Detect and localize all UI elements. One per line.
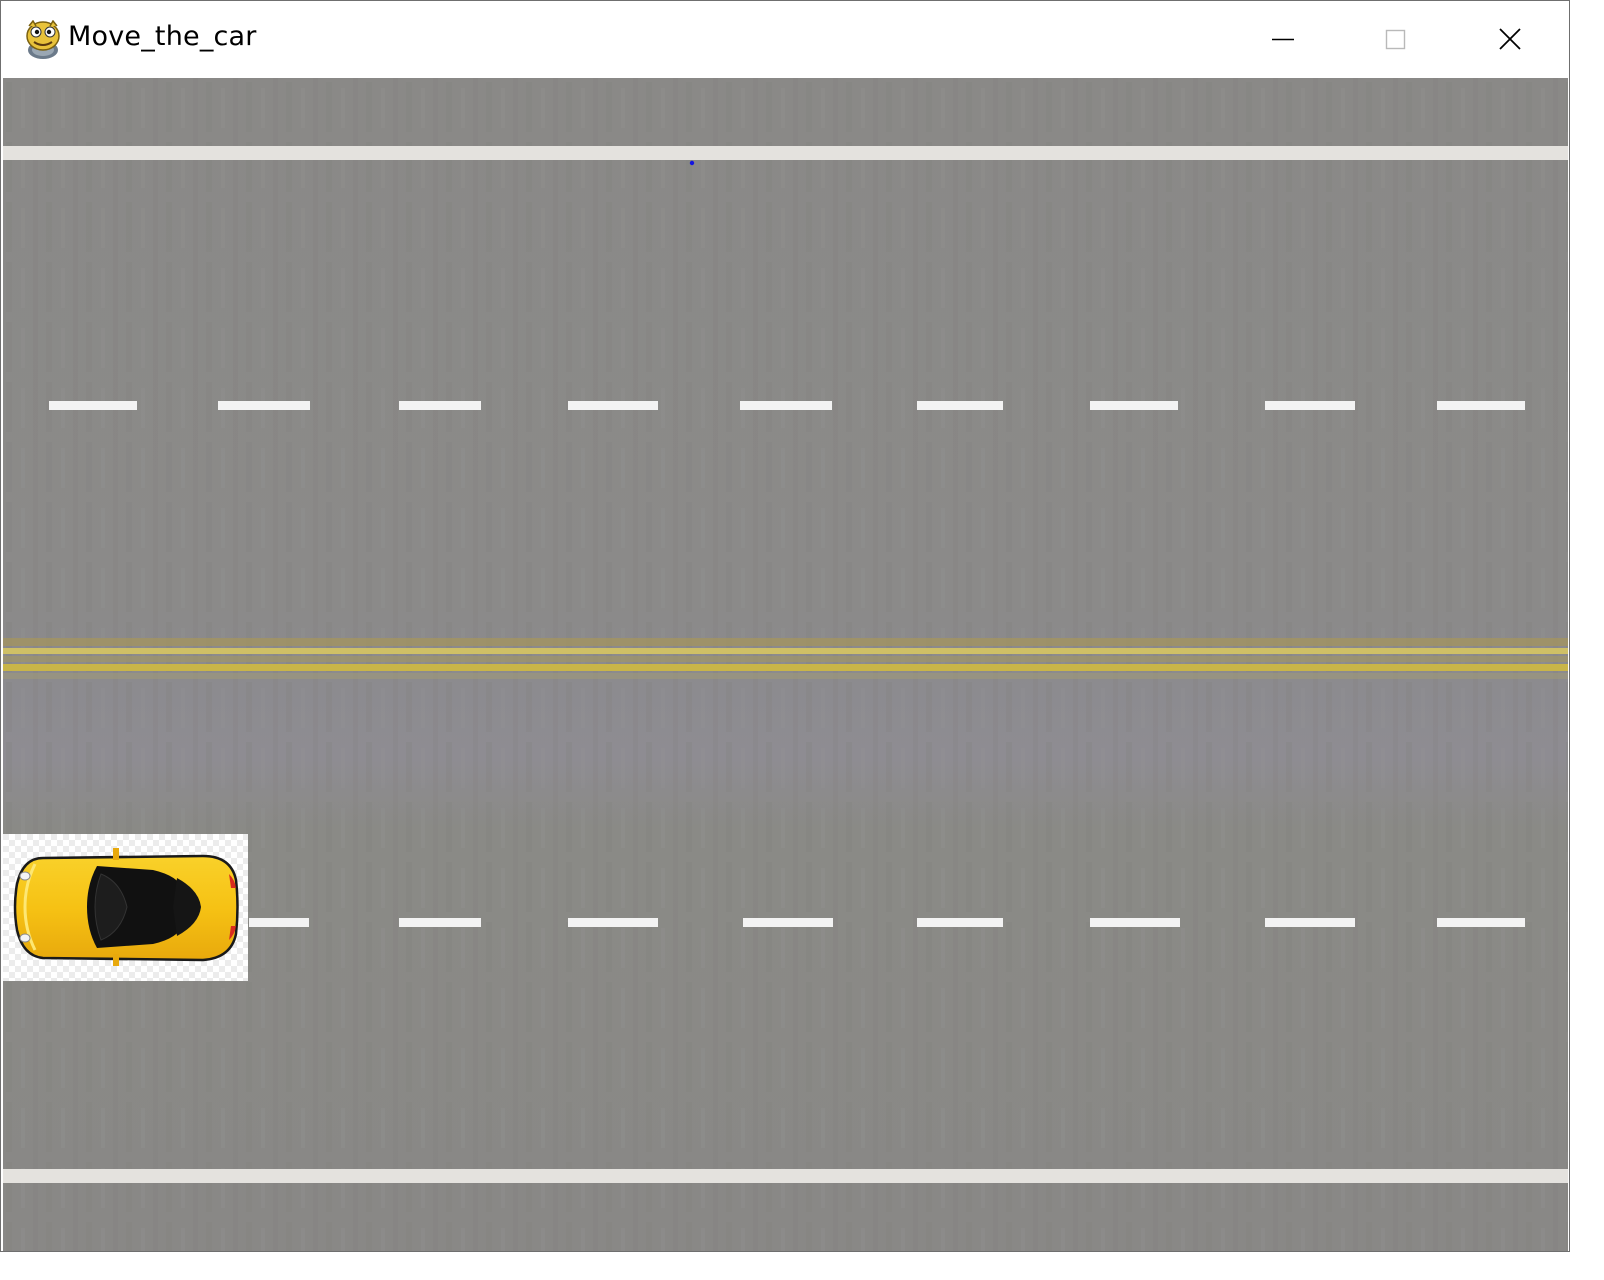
lane-dash [740, 401, 832, 410]
top-edge-line [3, 146, 1568, 160]
lane-dash [1437, 918, 1525, 927]
maximize-icon [1385, 29, 1406, 50]
lane-dash [1090, 401, 1178, 410]
lane-dash [1265, 918, 1355, 927]
minimize-button[interactable] [1228, 2, 1338, 77]
lane-dash [399, 918, 481, 927]
lane-dash [743, 918, 833, 927]
lane-dash [917, 918, 1003, 927]
minimize-icon [1272, 38, 1294, 41]
window-title: Move_the_car [68, 21, 257, 52]
lane-dash [1265, 401, 1355, 410]
close-button[interactable] [1454, 2, 1564, 77]
lane-dash [1437, 401, 1525, 410]
app-window: Move_the_car [0, 0, 1570, 1252]
road [3, 78, 1568, 1251]
yellow-car-sprite [3, 834, 248, 981]
lane-dash [249, 918, 309, 927]
title-bar[interactable]: Move_the_car [2, 2, 1568, 77]
lane-dash [917, 401, 1003, 410]
lane-dash [568, 918, 658, 927]
maximize-button[interactable] [1340, 2, 1450, 77]
lane-dash [1090, 918, 1180, 927]
blue-marker-dot [689, 160, 695, 166]
game-canvas[interactable] [3, 78, 1568, 1251]
lane-dash [568, 401, 658, 410]
close-icon [1499, 28, 1521, 50]
lane-dash [49, 401, 137, 410]
bottom-edge-line [3, 1169, 1568, 1183]
player-car[interactable] [3, 834, 248, 981]
upper-lane-dashes [49, 401, 1525, 410]
lane-dash [218, 401, 310, 410]
pygame-snake-icon [24, 19, 62, 60]
lane-dash [399, 401, 481, 410]
